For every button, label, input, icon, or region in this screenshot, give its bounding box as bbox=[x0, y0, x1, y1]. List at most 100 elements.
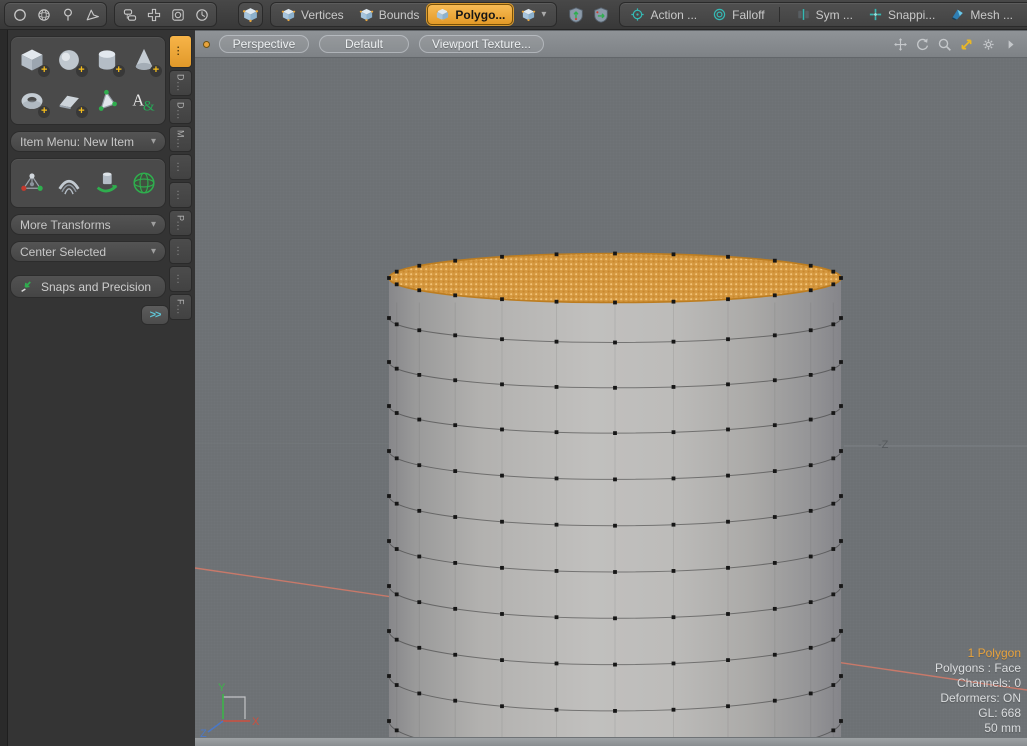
system-tool-icon[interactable] bbox=[8, 4, 31, 25]
status-line: Deformers: ON bbox=[935, 691, 1021, 706]
tool-tab[interactable]: D... bbox=[169, 98, 192, 124]
add-badge: + bbox=[38, 106, 50, 118]
tool-tab[interactable]: ... bbox=[169, 182, 192, 208]
component-mode-button[interactable]: Vertices ▾ bbox=[274, 4, 351, 25]
layout-tool-icon[interactable] bbox=[190, 4, 213, 25]
action-tool-button[interactable]: Mesh ... bbox=[943, 4, 1020, 25]
primitive-tool-button[interactable]: + bbox=[14, 40, 50, 80]
tool-icon bbox=[950, 7, 965, 22]
tool-tab[interactable]: F... bbox=[169, 294, 192, 320]
tool-tab-label: P... bbox=[176, 215, 186, 231]
status-line: Polygons : Face bbox=[935, 661, 1021, 676]
tool-tab-label: ... bbox=[176, 46, 186, 57]
tool-tab[interactable]: D... bbox=[169, 70, 192, 96]
primitive-tools: + + + + + + bbox=[10, 36, 166, 125]
transform-icon bbox=[130, 169, 158, 197]
status-line: Channels: 0 bbox=[935, 676, 1021, 691]
system-tool-icon[interactable] bbox=[56, 4, 79, 25]
tool-tab-label: ... bbox=[176, 162, 186, 173]
left-panel: + + + + + + bbox=[0, 30, 195, 746]
primitive-tool-button[interactable]: + bbox=[51, 81, 87, 121]
transform-tool-button[interactable] bbox=[14, 162, 50, 204]
status-info: 1 Polygon Polygons : FaceChannels: 0Defo… bbox=[935, 646, 1021, 736]
panel-edge-divider[interactable] bbox=[0, 30, 8, 746]
system-tool-icon[interactable] bbox=[32, 4, 55, 25]
transform-tool-button[interactable] bbox=[51, 162, 87, 204]
status-line: GL: 668 bbox=[935, 706, 1021, 721]
viewport-nav-icon[interactable] bbox=[980, 36, 997, 53]
viewport-nav-icon[interactable] bbox=[1002, 36, 1019, 53]
primitive-tool-button[interactable]: + bbox=[51, 40, 87, 80]
expand-panel-button[interactable]: >> bbox=[141, 305, 169, 325]
system-tool-icon[interactable] bbox=[80, 4, 103, 25]
viewport-nav-icon[interactable] bbox=[892, 36, 909, 53]
transform-tool-button[interactable] bbox=[126, 162, 162, 204]
selection-count: 1 Polygon bbox=[935, 646, 1021, 661]
cube-icon bbox=[281, 7, 296, 22]
tool-tab[interactable]: P... bbox=[169, 210, 192, 236]
transform-tool-button[interactable] bbox=[89, 162, 125, 204]
tool-tab-strip: ... D... D... M... ... ... P... ... ... bbox=[169, 35, 192, 320]
primitive-tool-button[interactable]: + bbox=[14, 81, 50, 121]
center-selected-label: Center Selected bbox=[20, 245, 106, 259]
viewport-bottom-strip[interactable] bbox=[195, 737, 1027, 746]
axis-gizmo: YXZ bbox=[200, 682, 260, 737]
primitive-tool-button[interactable]: + bbox=[89, 40, 125, 80]
action-tool-button[interactable]: Falloff bbox=[705, 4, 771, 25]
primitive-tool-button[interactable]: A& + bbox=[126, 81, 162, 121]
tool-tab[interactable]: ... bbox=[169, 35, 192, 68]
component-mode-button[interactable]: Polygo... ▾ bbox=[427, 4, 513, 25]
tool-tab[interactable]: ... bbox=[169, 154, 192, 180]
pivot-center-icon[interactable] bbox=[589, 4, 612, 25]
layout-tool-icon[interactable] bbox=[118, 4, 141, 25]
cylinder-mesh[interactable]: YXZ bbox=[195, 58, 1027, 737]
tool-tab[interactable]: ... bbox=[169, 266, 192, 292]
tool-tab[interactable]: M... bbox=[169, 126, 192, 152]
viewport-state-dot bbox=[203, 41, 210, 48]
center-selected-dropdown[interactable]: Center Selected ▾ bbox=[10, 241, 166, 262]
layout-tool-icon[interactable] bbox=[166, 4, 189, 25]
viewport-nav-icon[interactable] bbox=[958, 36, 975, 53]
svg-text:Y: Y bbox=[218, 682, 226, 694]
chevron-down-icon: ▾ bbox=[541, 9, 546, 20]
snaps-precision-button[interactable]: Snaps and Precision bbox=[10, 275, 166, 298]
svg-text:Z: Z bbox=[200, 728, 207, 737]
transform-tools bbox=[10, 158, 166, 208]
tool-tab-label: ... bbox=[176, 274, 186, 285]
add-badge: + bbox=[113, 65, 125, 77]
viewport-header-button[interactable]: Default bbox=[319, 35, 409, 53]
tool-tab[interactable]: ... bbox=[169, 238, 192, 264]
chevron-down-icon: ▾ bbox=[151, 219, 156, 230]
action-tool-button[interactable]: Snappi... bbox=[861, 4, 942, 25]
more-transforms-dropdown[interactable]: More Transforms ▾ bbox=[10, 214, 166, 235]
cube-icon bbox=[239, 4, 262, 25]
svg-text:&: & bbox=[143, 97, 155, 114]
tool-icon bbox=[796, 7, 811, 22]
modo-app: Vertices ▾ Bounds ▾ Polygo... ▾ ▾ bbox=[0, 0, 1027, 746]
tool-icon bbox=[868, 7, 883, 22]
component-mode-button[interactable]: ▾ bbox=[514, 4, 553, 25]
viewport-header-button[interactable]: Perspective bbox=[219, 35, 309, 53]
tool-tab-label: D... bbox=[176, 74, 186, 92]
items-mode-button[interactable] bbox=[238, 2, 263, 27]
action-tool-button[interactable]: Select ... bbox=[1021, 4, 1027, 25]
action-tool-button[interactable]: Sym ... bbox=[789, 4, 860, 25]
transform-icon bbox=[93, 169, 121, 197]
viewport-header-button[interactable]: Viewport Texture... bbox=[419, 35, 544, 53]
mode-label: Polygo... bbox=[455, 8, 505, 22]
layout-tool-icon[interactable] bbox=[142, 4, 165, 25]
viewport-nav-icons bbox=[892, 36, 1019, 53]
viewport-nav-icon[interactable] bbox=[914, 36, 931, 53]
tool-label: Mesh ... bbox=[970, 8, 1013, 22]
component-mode-button[interactable]: Bounds ▾ bbox=[352, 4, 427, 25]
item-menu-dropdown[interactable]: Item Menu: New Item ▾ bbox=[10, 131, 166, 152]
action-tool-button[interactable]: Action ... bbox=[623, 4, 704, 25]
primitive-tool-button[interactable]: + bbox=[89, 81, 125, 121]
primitive-tool-button[interactable]: + bbox=[126, 40, 162, 80]
viewport-3d: Perspective Default Viewport Texture... YX… bbox=[195, 30, 1027, 746]
action-center-icon[interactable] bbox=[564, 4, 587, 25]
snaps-label: Snaps and Precision bbox=[41, 280, 151, 294]
viewport-nav-icon[interactable] bbox=[936, 36, 953, 53]
tool-tab-label: ... bbox=[176, 246, 186, 257]
scene-canvas[interactable]: YXZ -Z 1 Polygon Polygons : FaceChannels… bbox=[195, 58, 1027, 737]
